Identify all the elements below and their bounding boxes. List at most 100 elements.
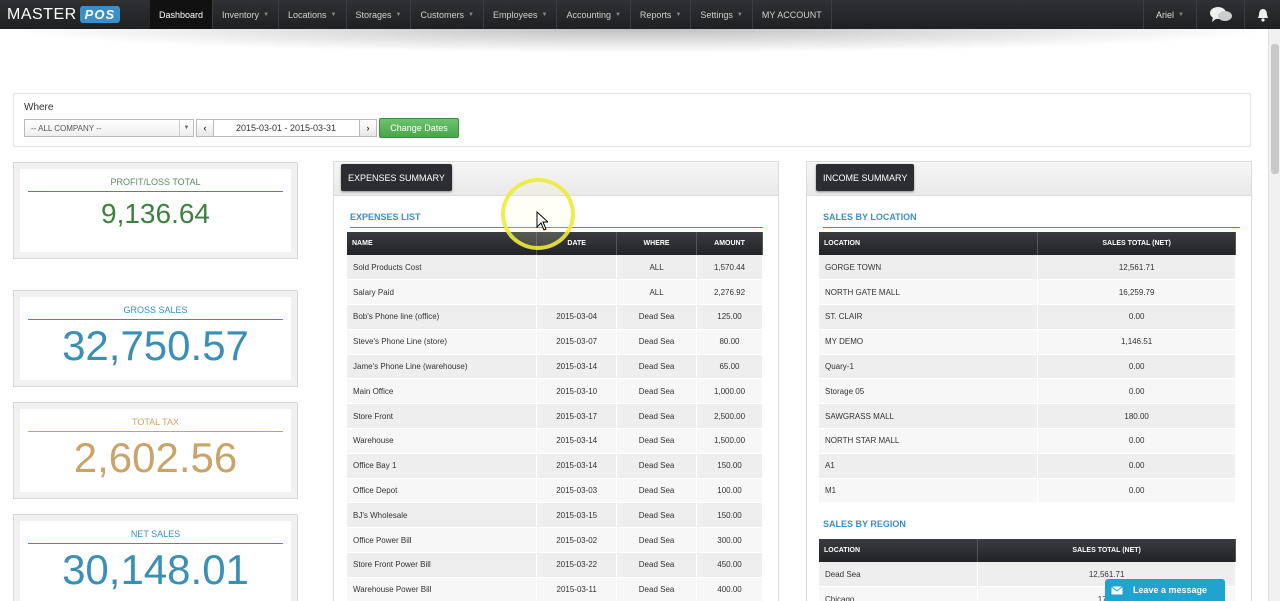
table-cell: Dead Sea <box>616 354 698 380</box>
table-row: ST. CLAIR 0.00 <box>819 304 1236 330</box>
table-row: Salary Paid ALL 2,276.92 <box>347 279 763 306</box>
chevron-down-icon: ▼ <box>263 11 270 18</box>
table-cell: 100.00 <box>696 478 763 504</box>
table-cell: 2015-03-02 <box>536 527 618 554</box>
nav-item-employees[interactable]: Employees ▼ <box>484 0 558 29</box>
col-location[interactable]: LOCATION <box>819 539 979 562</box>
table-row: Office Bay 1 2015-03-14 Dead Sea 150.00 <box>347 453 763 479</box>
table-row: Steve's Phone Line (store) 2015-03-07 Dead… <box>347 329 763 355</box>
nav-item-inventory[interactable]: Inventory ▼ <box>213 0 280 29</box>
col-sales-total[interactable]: SALES TOTAL (NET) <box>1037 232 1236 255</box>
logo-text: MASTER <box>7 5 77 23</box>
scrollbar-thumb[interactable] <box>1271 44 1279 174</box>
notifications-button[interactable] <box>1244 0 1280 29</box>
table-cell: Store Front <box>347 403 538 430</box>
nav-item-my-account[interactable]: MY ACCOUNT <box>753 0 832 29</box>
table-cell: Storage 05 <box>819 378 1039 405</box>
table-cell: GORGE TOWN <box>819 255 1039 281</box>
table-cell: A1 <box>819 453 1039 479</box>
top-navbar: MASTER POS Dashboard Inventory ▼ Locations ▼… <box>0 0 1280 29</box>
chevron-right-icon: › <box>366 123 370 133</box>
col-amount[interactable]: AMOUNT <box>696 232 763 255</box>
nav-item-label: MY ACCOUNT <box>761 9 822 20</box>
change-dates-button[interactable]: Change Dates <box>379 118 459 138</box>
prev-date-button[interactable]: ‹ <box>196 119 214 137</box>
nav-item-label: Storages <box>355 9 392 20</box>
table-cell: 0.00 <box>1037 453 1236 479</box>
chevron-down-icon: ▼ <box>1178 11 1184 18</box>
nav-item-reports[interactable]: Reports ▼ <box>631 0 692 29</box>
col-sales-total[interactable]: SALES TOTAL (NET) <box>977 539 1236 562</box>
tab-expenses-summary[interactable]: EXPENSES SUMMARY <box>341 164 452 191</box>
nav-item-storages[interactable]: Storages ▼ <box>347 0 412 29</box>
table-cell: 0.00 <box>1037 478 1236 504</box>
table-cell: NORTH GATE MALL <box>819 279 1039 306</box>
table-cell: 65.00 <box>696 354 763 380</box>
table-cell: 125.00 <box>696 304 763 330</box>
next-date-button[interactable]: › <box>359 119 377 137</box>
leave-message-widget[interactable]: Leave a message <box>1105 579 1225 601</box>
table-cell: Dead Sea <box>819 562 979 588</box>
main-nav: Dashboard Inventory ▼ Locations ▼ Storages ▼ Cu… <box>150 0 832 29</box>
table-cell: 12,561.71 <box>1037 255 1236 281</box>
date-range-field[interactable]: 2015-03-01 - 2015-03-31 <box>213 119 359 137</box>
table-row: GORGE TOWN 12,561.71 <box>819 255 1236 281</box>
table-cell: M1 <box>819 478 1039 504</box>
user-name: Ariel <box>1156 9 1175 20</box>
table-row: MY DEMO 1,146.51 <box>819 329 1236 355</box>
nav-item-accounting[interactable]: Accounting ▼ <box>557 0 631 29</box>
company-select[interactable]: -- ALL COMPANY -- ▼ <box>24 119 194 137</box>
chevron-down-icon: ▼ <box>330 11 337 18</box>
stat-title: GROSS SALES <box>28 305 283 320</box>
table-cell: 2015-03-04 <box>536 304 618 330</box>
table-cell: NORTH STAR MALL <box>819 428 1039 454</box>
user-menu[interactable]: Ariel ▼ <box>1143 0 1196 29</box>
table-row: Storage 05 0.00 <box>819 378 1236 405</box>
nav-item-label: Inventory <box>222 9 260 20</box>
table-cell: SAWGRASS MALL <box>819 403 1039 430</box>
table-cell: 2015-03-15 <box>536 502 618 529</box>
table-row: Quary-1 0.00 <box>819 354 1236 380</box>
page-scrollbar[interactable] <box>1268 29 1280 601</box>
tab-income-summary[interactable]: INCOME SUMMARY <box>816 164 915 191</box>
nav-item-settings[interactable]: Settings ▼ <box>691 0 753 29</box>
table-cell: Dead Sea <box>616 329 698 355</box>
chevron-down-icon: ▼ <box>468 11 474 18</box>
table-cell: Dead Sea <box>616 527 698 554</box>
table-cell: 2015-03-17 <box>536 403 618 430</box>
nav-item-label: Customers <box>420 9 464 20</box>
nav-item-label: Reports <box>639 9 672 20</box>
table-cell: 450.00 <box>696 552 763 578</box>
table-cell: 1,146.51 <box>1037 329 1236 355</box>
table-cell: 0.00 <box>1037 428 1236 454</box>
table-cell: 0.00 <box>1037 354 1236 380</box>
table-cell: Dead Sea <box>616 552 698 578</box>
table-cell: 150.00 <box>696 453 763 479</box>
chat-icon-button[interactable] <box>1196 0 1244 29</box>
table-cell: 16,259.79 <box>1037 279 1236 306</box>
nav-item-dashboard[interactable]: Dashboard <box>150 0 214 29</box>
bell-icon <box>1257 8 1268 22</box>
table-row: BJ's Wholesale 2015-03-15 Dead Sea 150.00 <box>347 502 763 529</box>
table-cell: Dead Sea <box>616 304 698 330</box>
table-cell: Store Front Power Bill <box>347 552 538 578</box>
table-cell: Dead Sea <box>616 378 698 405</box>
nav-item-locations[interactable]: Locations ▼ <box>279 0 347 29</box>
col-location[interactable]: LOCATION <box>819 232 1039 255</box>
table-cell: 150.00 <box>696 502 763 529</box>
nav-item-customers[interactable]: Customers ▼ <box>411 0 484 29</box>
table-cell <box>536 279 618 306</box>
app-logo[interactable]: MASTER POS <box>0 0 150 29</box>
mouse-pointer-icon <box>536 211 548 231</box>
expenses-table: NAME DATE WHERE AMOUNT Sold Products Cos… <box>347 232 763 601</box>
stat-value: 32,750.57 <box>62 322 249 369</box>
stat-value: 9,136.64 <box>101 198 210 229</box>
col-where[interactable]: WHERE <box>616 232 698 255</box>
table-cell: Dead Sea <box>616 403 698 430</box>
table-cell: Warehouse Power Bill <box>347 577 538 601</box>
nav-right: Ariel ▼ <box>1143 0 1280 29</box>
logo-badge: POS <box>79 6 121 23</box>
net-sales-card: NET SALES 30,148.01 <box>13 514 298 601</box>
table-cell: 180.00 <box>1037 403 1236 430</box>
table-cell: 2,500.00 <box>696 403 763 430</box>
